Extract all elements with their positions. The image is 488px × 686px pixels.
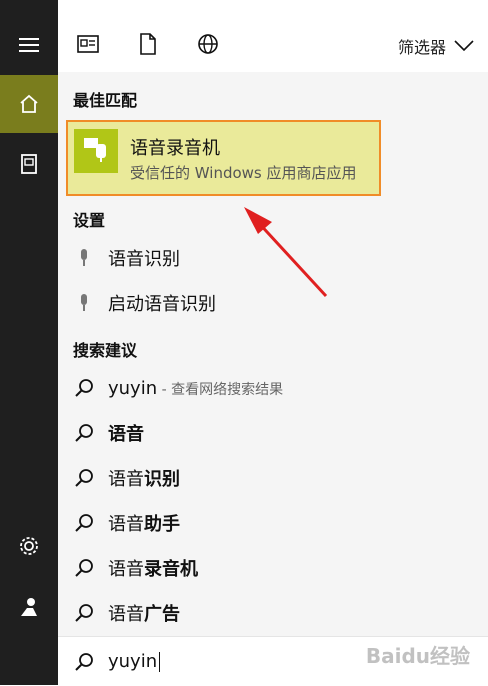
section-title-best-match: 最佳匹配 bbox=[73, 91, 138, 110]
text-caret bbox=[159, 652, 161, 672]
suggestion-hint: - 查看网络搜索结果 bbox=[157, 381, 284, 398]
suggestion-label: 语音 bbox=[108, 420, 144, 446]
search-icon bbox=[74, 421, 94, 445]
suggestion-prefix: 语音 bbox=[108, 424, 144, 445]
settings-item[interactable]: 语音识别 bbox=[58, 236, 488, 280]
suggestion-label: 语音录音机 bbox=[108, 555, 198, 581]
suggestion-suffix: 录音机 bbox=[144, 559, 198, 580]
suggestion-suffix: 识别 bbox=[144, 469, 180, 490]
suggestion-suffix: 助手 bbox=[144, 514, 180, 535]
best-match-item[interactable]: 语音录音机 受信任的 Windows 应用商店应用 bbox=[66, 120, 381, 196]
best-match-title: 语音录音机 bbox=[130, 138, 220, 159]
filter-bar: 筛选器 bbox=[58, 0, 488, 72]
section-title-settings: 设置 bbox=[73, 211, 106, 230]
section-title-suggestions: 搜索建议 bbox=[73, 341, 138, 360]
search-icon bbox=[74, 511, 94, 535]
menu-icon[interactable] bbox=[0, 16, 58, 74]
settings-item[interactable]: 启动语音识别 bbox=[58, 281, 488, 325]
search-panel: 筛选器 最佳匹配 语音录音机 受信任的 Windows 应用商店应用 设置 语音… bbox=[58, 0, 488, 686]
microphone-icon bbox=[74, 246, 94, 270]
suggestion-query: yuyin bbox=[108, 377, 158, 399]
suggestion-prefix: 语音 bbox=[108, 559, 144, 580]
search-icon bbox=[74, 556, 94, 580]
notebook-icon[interactable] bbox=[0, 135, 58, 193]
settings-item-label: 语音识别 bbox=[108, 249, 180, 270]
suggestion-label: 语音识别 bbox=[108, 465, 180, 491]
search-input-value: yuyin bbox=[108, 651, 158, 672]
gear-icon[interactable] bbox=[0, 517, 58, 575]
suggestion-label: 语音广告 bbox=[108, 600, 180, 626]
suggestion-item[interactable]: 语音识别 bbox=[58, 456, 488, 500]
person-icon[interactable] bbox=[0, 578, 58, 636]
chevron-down-icon bbox=[454, 40, 474, 52]
suggestion-item[interactable]: 语音助手 bbox=[58, 501, 488, 545]
settings-item-label: 启动语音识别 bbox=[108, 294, 216, 315]
watermark: Baidu经验 bbox=[365, 644, 470, 668]
search-input[interactable]: yuyin bbox=[108, 651, 161, 672]
suggestion-item[interactable]: 语音广告 bbox=[58, 591, 488, 635]
suggestion-label: 语音助手 bbox=[108, 510, 180, 536]
suggestion-item[interactable]: yuyin - 查看网络搜索结果 bbox=[58, 366, 488, 410]
home-icon[interactable] bbox=[0, 75, 58, 133]
suggestion-label: yuyin - 查看网络搜索结果 bbox=[108, 378, 283, 399]
suggestion-suffix: 广告 bbox=[144, 604, 180, 625]
filter-label: 筛选器 bbox=[397, 38, 446, 57]
suggestion-prefix: 语音 bbox=[108, 604, 144, 625]
suggestion-item[interactable]: 语音录音机 bbox=[58, 546, 488, 590]
best-match-subtitle: 受信任的 Windows 应用商店应用 bbox=[130, 164, 357, 182]
filter-dropdown[interactable]: 筛选器 bbox=[398, 34, 474, 58]
microphone-icon bbox=[74, 291, 94, 315]
voice-recorder-app-icon bbox=[74, 129, 118, 173]
search-icon bbox=[74, 466, 94, 490]
left-sidebar bbox=[0, 0, 58, 685]
suggestion-item[interactable]: 语音 bbox=[58, 411, 488, 455]
document-list-icon[interactable] bbox=[74, 30, 102, 58]
suggestion-prefix: 语音 bbox=[108, 469, 144, 490]
search-icon bbox=[74, 650, 94, 674]
suggestion-prefix: 语音 bbox=[108, 514, 144, 535]
file-icon[interactable] bbox=[134, 30, 162, 58]
search-icon bbox=[74, 376, 94, 400]
globe-icon[interactable] bbox=[194, 30, 222, 58]
search-icon bbox=[74, 601, 94, 625]
